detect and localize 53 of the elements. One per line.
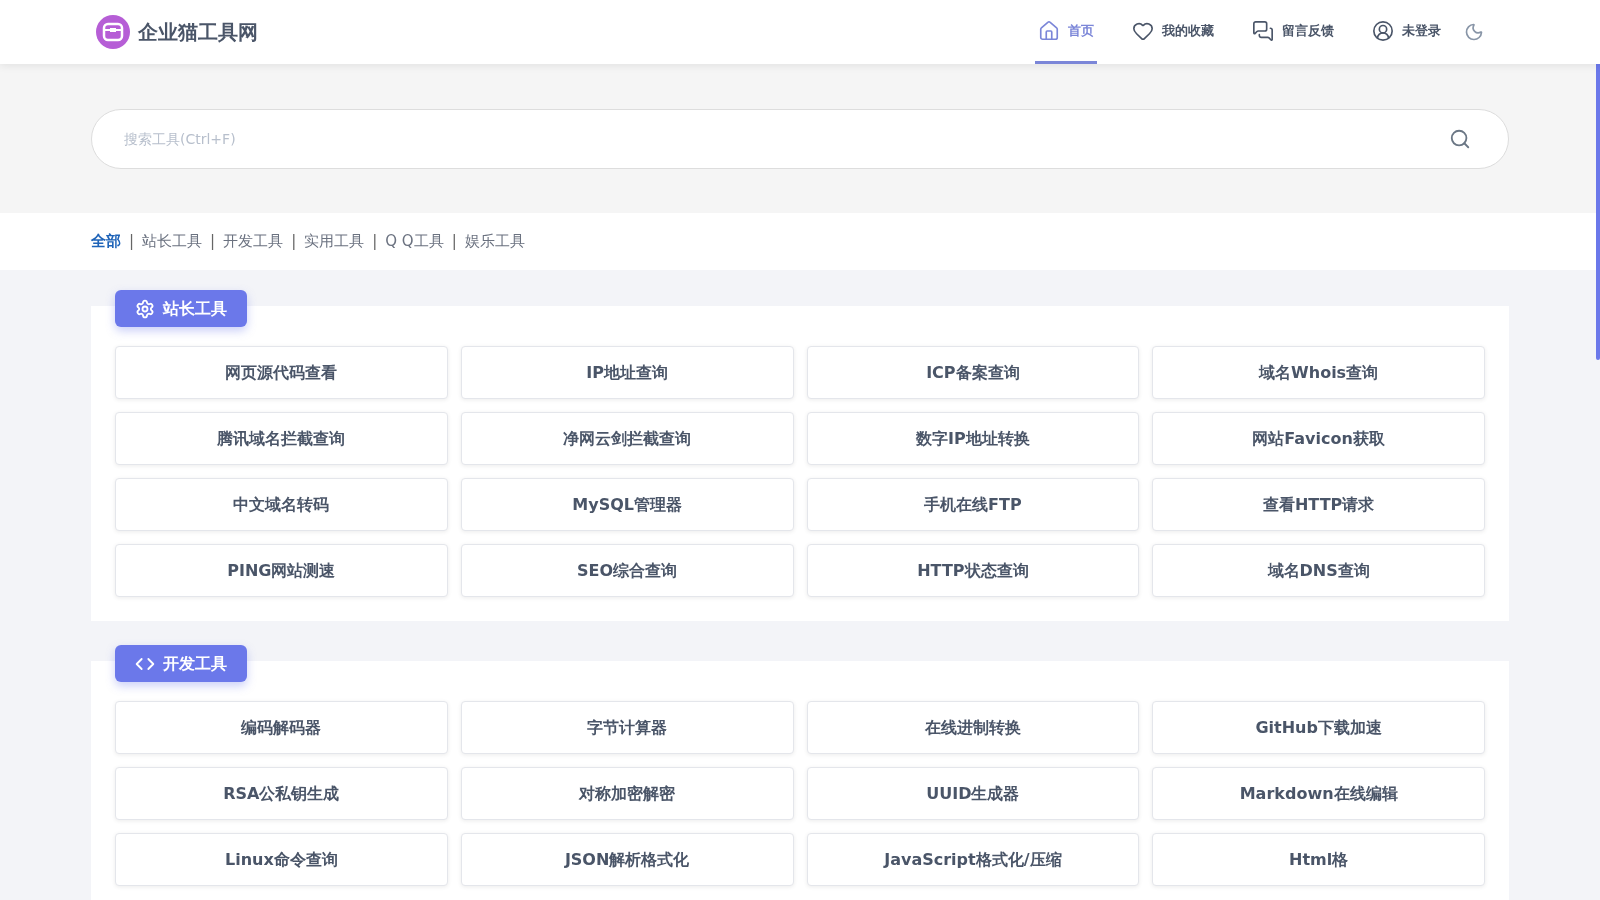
tool-link[interactable]: 在线进制转换 — [806, 701, 1140, 754]
search-field[interactable]: 搜索工具(Ctrl+F) — [91, 108, 1509, 169]
tool-link[interactable]: HTTP状态查询 — [806, 544, 1140, 597]
tool-link[interactable]: 中文域名转码 — [115, 478, 448, 531]
tool-link[interactable]: GitHub下载加速 — [1152, 701, 1485, 754]
category-link[interactable]: 开发工具 — [223, 230, 284, 253]
category-link[interactable]: 实用工具 — [304, 230, 365, 253]
tool-link[interactable]: 对称加密解密 — [460, 767, 794, 820]
category-link[interactable]: 全部 — [91, 230, 121, 253]
tool-link[interactable]: ICP备案查询 — [806, 346, 1140, 399]
category-link[interactable]: Q Q工具 — [385, 230, 444, 253]
nav-link[interactable]: 未登录 — [1369, 0, 1444, 64]
separator: | — [291, 231, 297, 253]
settings-icon — [135, 298, 155, 319]
tool-link[interactable]: 腾讯域名拦截查询 — [115, 412, 448, 465]
tool-link[interactable]: IP地址查询 — [460, 346, 794, 399]
tool-link[interactable]: Markdown在线编辑 — [1152, 767, 1485, 820]
home-icon — [1038, 19, 1060, 42]
tool-link[interactable]: JSON解析格式化 — [460, 833, 794, 886]
tool-link[interactable]: 查看HTTP请求 — [1152, 478, 1485, 531]
tool-link[interactable]: 网站Favicon获取 — [1152, 412, 1485, 465]
dark-mode-toggle[interactable] — [1464, 22, 1484, 42]
search-icon — [1449, 127, 1471, 150]
tool-link[interactable]: 数字IP地址转换 — [806, 412, 1140, 465]
tool-link[interactable]: 域名Whois查询 — [1152, 346, 1485, 399]
separator: | — [372, 231, 378, 253]
tool-link[interactable]: MySQL管理器 — [460, 478, 794, 531]
nav-link[interactable]: 留言反馈 — [1249, 0, 1337, 64]
tool-link[interactable]: 域名DNS查询 — [1152, 544, 1485, 597]
toolbox-logo-icon — [96, 15, 130, 49]
category-link[interactable]: 娱乐工具 — [464, 230, 525, 253]
chat-icon — [1252, 19, 1274, 42]
tool-link[interactable]: 手机在线FTP — [806, 478, 1140, 531]
tool-link[interactable]: UUID生成器 — [806, 767, 1140, 820]
section-title: 开发工具 — [163, 652, 227, 675]
nav-link[interactable]: 我的收藏 — [1129, 0, 1217, 64]
tool-link[interactable]: Html格 — [1152, 833, 1485, 886]
tool-link[interactable]: 净网云剑拦截查询 — [460, 412, 794, 465]
tool-link[interactable]: SEO综合查询 — [460, 544, 794, 597]
user-icon — [1372, 19, 1394, 42]
tool-link[interactable]: Linux命令查询 — [115, 833, 448, 886]
separator: | — [129, 231, 135, 253]
tool-link[interactable]: 网页源代码查看 — [115, 346, 448, 399]
tool-link[interactable]: 编码解码器 — [115, 701, 448, 754]
tool-link[interactable]: JavaScript格式化/压缩 — [806, 833, 1140, 886]
tool-link[interactable]: RSA公私钥生成 — [115, 767, 448, 820]
tool-link[interactable]: PING网站测速 — [115, 544, 448, 597]
section-title: 站长工具 — [163, 297, 227, 320]
site-title: 企业猫工具网 — [138, 19, 258, 46]
separator: | — [210, 231, 216, 253]
separator: | — [451, 231, 457, 253]
tool-link[interactable]: 字节计算器 — [460, 701, 794, 754]
category-link[interactable]: 站长工具 — [142, 230, 203, 253]
